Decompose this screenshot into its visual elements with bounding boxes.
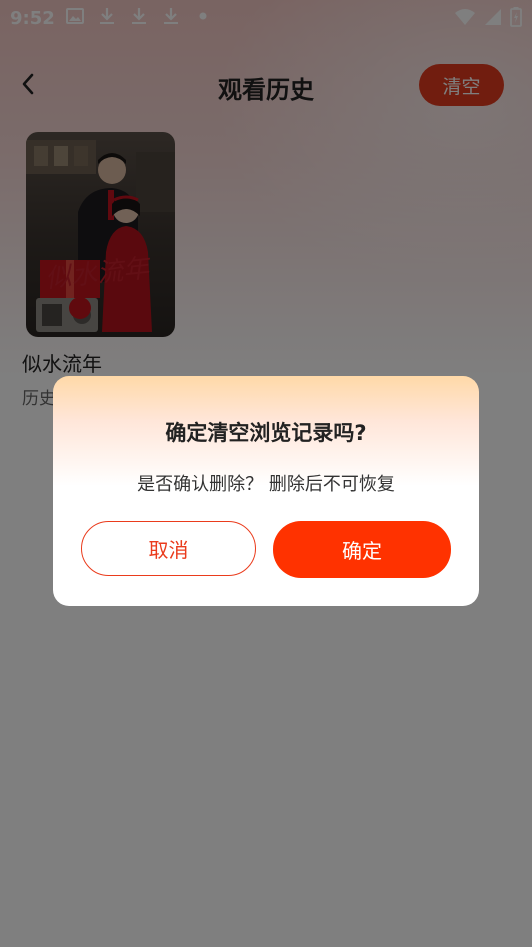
confirm-dialog: 确定清空浏览记录吗? 是否确认删除？ 删除后不可恢复 取消 确定 <box>53 376 479 606</box>
confirm-button[interactable]: 确定 <box>273 521 451 578</box>
dialog-message: 是否确认删除？ 删除后不可恢复 <box>137 474 395 495</box>
dialog-title: 确定清空浏览记录吗? <box>165 421 367 445</box>
cancel-button[interactable]: 取消 <box>81 521 256 576</box>
